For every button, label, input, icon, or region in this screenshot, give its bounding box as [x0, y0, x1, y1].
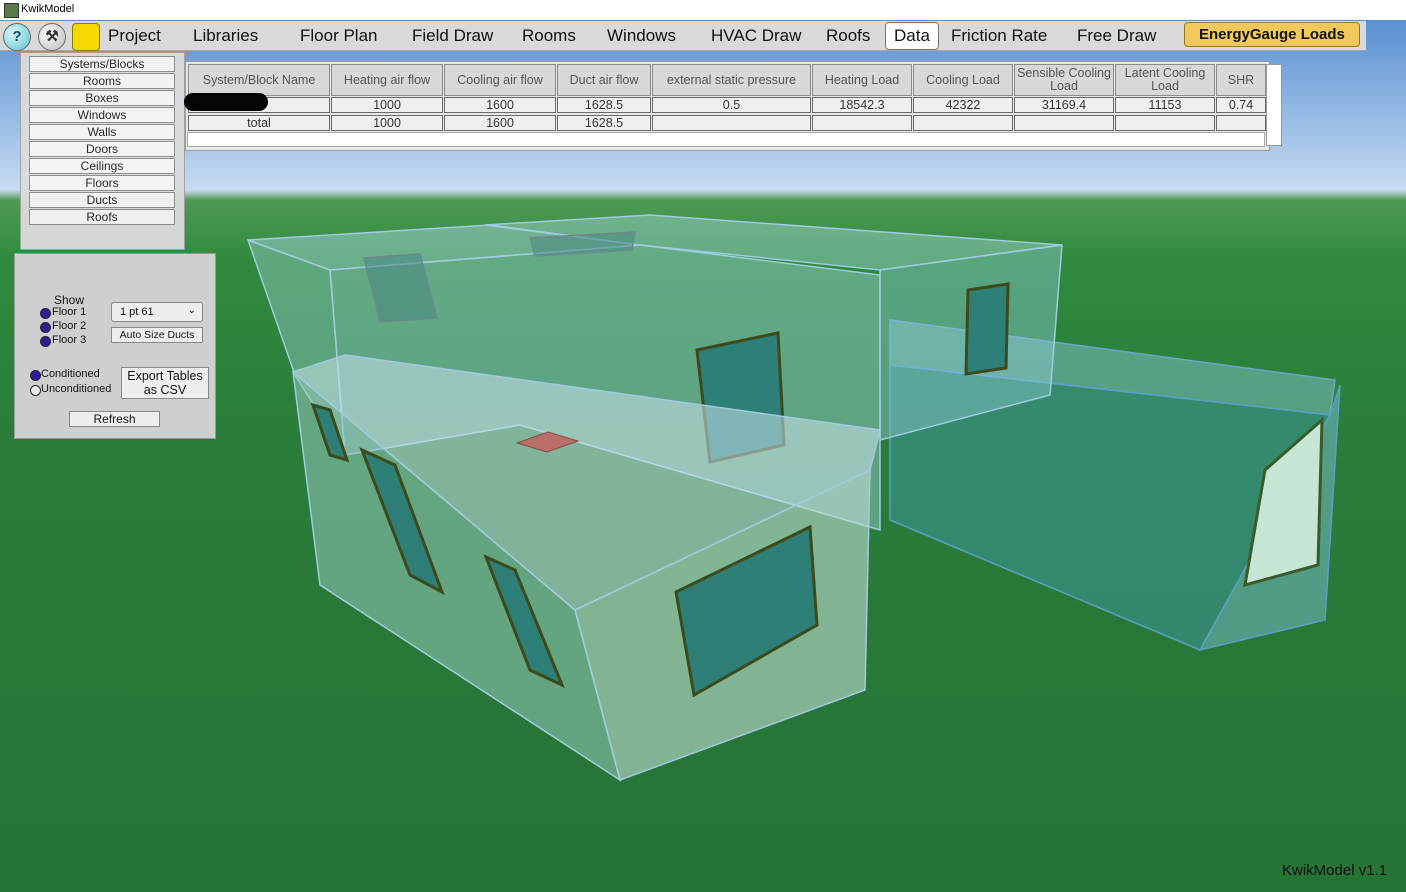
floor-2-radio[interactable] — [40, 322, 51, 333]
category-walls[interactable]: Walls — [29, 124, 175, 140]
category-rooms[interactable]: Rooms — [29, 73, 175, 89]
table-cell[interactable]: 0.5 — [652, 97, 811, 113]
header-cooling-air-flow[interactable]: Cooling air flow — [444, 64, 556, 96]
menu-friction-rate[interactable]: Friction Rate — [951, 26, 1047, 46]
conditioned-label: Conditioned — [41, 368, 100, 380]
redacted-name-mark — [184, 93, 268, 111]
window-title: KwikModel — [21, 3, 75, 15]
show-label: Show — [54, 293, 85, 307]
header-heating-air-flow[interactable]: Heating air flow — [331, 64, 443, 96]
header-heating-load[interactable]: Heating Load — [812, 64, 912, 96]
horizontal-scrollbar[interactable] — [187, 132, 1265, 147]
table-cell[interactable]: total — [188, 115, 330, 131]
category-windows[interactable]: Windows — [29, 107, 175, 123]
category-doors[interactable]: Doors — [29, 141, 175, 157]
table-cell[interactable] — [652, 115, 811, 131]
floor-1-label: Floor 1 — [52, 306, 87, 318]
menu-data[interactable]: Data — [885, 22, 939, 50]
header-shr[interactable]: SHR — [1216, 64, 1266, 96]
unconditioned-radio[interactable] — [30, 385, 41, 396]
table-cell[interactable]: 18542.3 — [812, 97, 912, 113]
header-duct-air-flow[interactable]: Duct air flow — [557, 64, 651, 96]
floor-1-radio[interactable] — [40, 308, 51, 319]
table-cell[interactable]: 1600 — [444, 115, 556, 131]
export-csv-button[interactable]: Export Tables as CSV — [121, 367, 209, 399]
title-bar: KwikModel — [0, 0, 1406, 21]
menu-floor-plan[interactable]: Floor Plan — [300, 26, 377, 46]
menu-field-draw[interactable]: Field Draw — [412, 26, 493, 46]
table-cell[interactable]: 1000 — [331, 97, 443, 113]
table-cell[interactable] — [1014, 115, 1114, 131]
category-boxes[interactable]: Boxes — [29, 90, 175, 106]
data-category-panel: Systems/Blocks Rooms Boxes Windows Walls… — [20, 52, 185, 250]
header-cooling-load[interactable]: Cooling Load — [913, 64, 1013, 96]
table-cell[interactable]: 1628.5 — [557, 97, 651, 113]
header-external-static-pressure[interactable]: external static pressure — [652, 64, 811, 96]
table-cell[interactable]: 1628.5 — [557, 115, 651, 131]
header-system-block-name[interactable]: System/Block Name — [188, 64, 330, 96]
category-systems-blocks[interactable]: Systems/Blocks — [29, 56, 175, 72]
conditioned-radio[interactable] — [30, 370, 41, 381]
chevron-down-icon: ⌄ — [187, 305, 196, 316]
table-cell[interactable] — [913, 115, 1013, 131]
table-cell[interactable]: 1000 — [331, 115, 443, 131]
app-icon — [4, 3, 19, 18]
settings-wrench-button[interactable]: ⚒ — [38, 23, 66, 51]
category-ducts[interactable]: Ducts — [29, 192, 175, 208]
floor-3-radio[interactable] — [40, 336, 51, 347]
vertical-scrollbar[interactable] — [1266, 64, 1282, 146]
show-options-panel: Show Floor 1 Floor 2 Floor 3 1 pt 61 ⌄ A… — [14, 253, 216, 439]
table-cell[interactable] — [1115, 115, 1215, 131]
category-roofs[interactable]: Roofs — [29, 209, 175, 225]
header-sensible-cooling-load[interactable]: Sensible Cooling Load — [1014, 64, 1114, 96]
floor-3-label: Floor 3 — [52, 334, 87, 346]
menu-hvac-draw[interactable]: HVAC Draw — [711, 26, 801, 46]
category-floors[interactable]: Floors — [29, 175, 175, 191]
window-upper-right — [964, 282, 1010, 376]
menu-libraries[interactable]: Libraries — [193, 26, 258, 46]
color-button[interactable] — [72, 23, 100, 51]
energygauge-loads-button[interactable]: EnergyGauge Loads — [1184, 22, 1360, 47]
table-cell[interactable] — [812, 115, 912, 131]
table-cell[interactable]: 0.74 — [1216, 97, 1266, 113]
menu-windows[interactable]: Windows — [607, 26, 676, 46]
table-cell[interactable] — [1216, 115, 1266, 131]
menu-rooms[interactable]: Rooms — [522, 26, 576, 46]
table-cell[interactable]: 42322 — [913, 97, 1013, 113]
category-ceilings[interactable]: Ceilings — [29, 158, 175, 174]
header-latent-cooling-load[interactable]: Latent Cooling Load — [1115, 64, 1215, 96]
table-cell[interactable]: 31169.4 — [1014, 97, 1114, 113]
auto-size-ducts-button[interactable]: Auto Size Ducts — [111, 327, 203, 343]
refresh-button[interactable]: Refresh — [69, 411, 160, 427]
menu-roofs[interactable]: Roofs — [826, 26, 870, 46]
menu-free-draw[interactable]: Free Draw — [1077, 26, 1156, 46]
main-menu-bar: ? ⚒ Project Libraries Floor Plan Field D… — [0, 21, 1366, 51]
help-button[interactable]: ? — [3, 23, 31, 51]
menu-project[interactable]: Project — [108, 26, 161, 46]
version-label: KwikModel v1.1 — [1282, 862, 1388, 879]
table-cell[interactable]: 11153 — [1115, 97, 1215, 113]
size-select[interactable]: 1 pt 61 ⌄ — [111, 302, 203, 322]
table-cell[interactable]: 1600 — [444, 97, 556, 113]
unconditioned-label: Unconditioned — [41, 383, 112, 395]
size-select-value: 1 pt 61 — [120, 306, 154, 318]
floor-2-label: Floor 2 — [52, 320, 87, 332]
